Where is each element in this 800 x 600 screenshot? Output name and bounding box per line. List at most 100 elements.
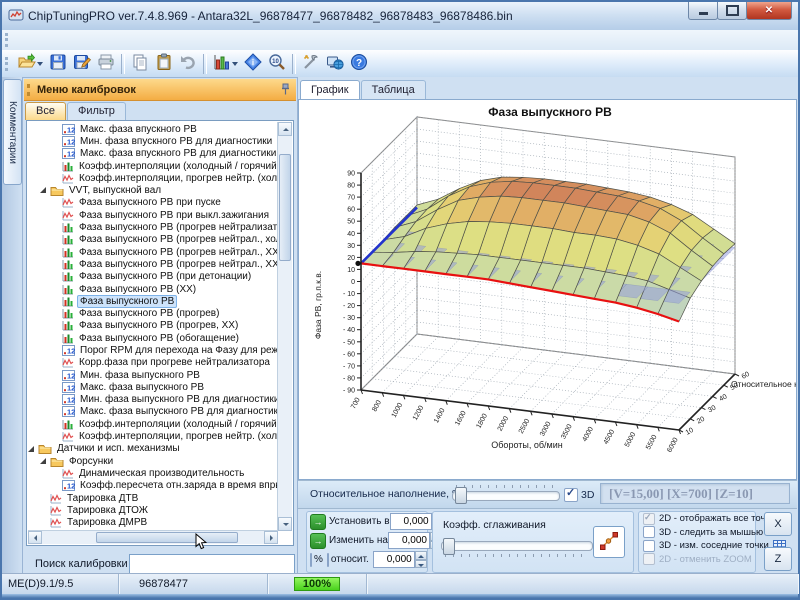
dropdown-arrow-icon[interactable] — [232, 62, 238, 66]
option-row[interactable]: 3D - изм. соседние точки — [639, 539, 755, 553]
tree-item[interactable]: 12 Макс. фаза впускного РВ — [28, 123, 278, 135]
open-file-button[interactable] — [15, 52, 46, 75]
tree-item[interactable]: Коэфф.интерполяции, прогрев нейтр. (холо… — [28, 172, 278, 184]
calibration-search-input[interactable] — [129, 554, 295, 575]
slider-track[interactable] — [441, 541, 593, 551]
tree-item[interactable]: Фаза выпускного РВ (обогащение) — [28, 332, 278, 344]
save-as-button[interactable] — [70, 52, 94, 75]
menu-item[interactable] — [15, 37, 29, 43]
tree-item[interactable]: 12 Мин. фаза выпускного РВ — [28, 369, 278, 381]
menu-item[interactable] — [57, 37, 71, 43]
tree-horizontal-scrollbar[interactable] — [28, 530, 278, 544]
chart-view-button[interactable] — [210, 52, 241, 75]
pin-icon[interactable] — [280, 83, 291, 98]
tree-item[interactable]: Фаза выпускного РВ (прогрев) — [28, 307, 278, 319]
tree-item[interactable]: Фаза выпускного РВ (прогрев, XX) — [28, 320, 278, 332]
option-row[interactable]: 3D - следить за мышью — [639, 526, 755, 540]
tree-folder[interactable]: Форсунки — [28, 455, 278, 467]
tree-item[interactable]: Коэфф.интерполяции, прогрев нейтр. (холо… — [28, 430, 278, 442]
tree-item[interactable]: Тарировка ДТВ — [28, 492, 278, 504]
set-value-input[interactable] — [390, 513, 432, 530]
tree-item[interactable]: Фаза выпускного РВ (XX) — [28, 283, 278, 295]
z-axis-button[interactable]: Z — [764, 547, 792, 571]
save-button[interactable] — [46, 52, 70, 75]
apply-set-button[interactable]: → — [310, 514, 326, 530]
option-row[interactable]: 2D - отменить ZOOM — [639, 553, 755, 567]
copy-button[interactable] — [128, 52, 152, 75]
scroll-up-icon[interactable] — [278, 122, 292, 136]
calibration-panel-header[interactable]: Меню калибровок — [24, 79, 296, 101]
option-checkbox[interactable] — [643, 513, 655, 525]
scroll-left-icon[interactable] — [28, 531, 42, 544]
tree-item[interactable]: 12 Макс. фаза выпускного РВ — [28, 381, 278, 393]
tree-item[interactable]: Фаза выпускного РВ при пуске — [28, 197, 278, 209]
tree-item[interactable]: Тарировка ДТОЖ — [28, 504, 278, 516]
tree-item[interactable]: Фаза выпускного РВ (при детонации) — [28, 271, 278, 283]
paste-button[interactable] — [152, 52, 176, 75]
apply-change-button[interactable]: → — [310, 533, 326, 549]
menu-item[interactable] — [99, 37, 113, 43]
tab-graph[interactable]: График — [300, 80, 360, 99]
3d-view-checkbox[interactable] — [564, 488, 578, 502]
slider-thumb[interactable] — [443, 538, 455, 555]
slider-track[interactable] — [452, 491, 560, 501]
close-button[interactable]: ✕ — [746, 2, 792, 20]
tree-item[interactable]: Коэфф.интерполяции (холодный / горячий ) — [28, 418, 278, 430]
tree-item[interactable]: Фаза выпускного РВ (прогрев нейтрал., хо… — [28, 234, 278, 246]
smoothing-slider[interactable] — [441, 538, 593, 557]
tree-item[interactable]: Корр.фаза при прогреве нейтрализатора — [28, 357, 278, 369]
scroll-right-icon[interactable] — [264, 531, 278, 544]
expand-arrow-icon[interactable] — [28, 446, 34, 452]
x-axis-button[interactable]: X — [764, 512, 792, 536]
menu-item[interactable] — [29, 37, 43, 43]
tree-item[interactable]: Фаза выпускного РВ (прогрев нейтрал., XX… — [28, 258, 278, 270]
network-button[interactable] — [323, 52, 347, 75]
tree-vertical-scrollbar[interactable] — [277, 122, 292, 531]
zoom-10x-button[interactable]: 10 — [265, 52, 289, 75]
vertical-scroll-thumb[interactable] — [279, 154, 291, 261]
relative-value-spinner[interactable] — [415, 551, 427, 568]
tab-comments[interactable]: Комментарии — [3, 79, 22, 185]
tree-folder[interactable]: Датчики и исп. механизмы — [28, 443, 278, 455]
expand-arrow-icon[interactable] — [40, 187, 46, 193]
menu-item[interactable] — [71, 37, 85, 43]
option-checkbox[interactable] — [643, 540, 655, 552]
tree-item[interactable]: Динамическая производительность — [28, 467, 278, 479]
expand-arrow-icon[interactable] — [40, 458, 46, 464]
option-checkbox[interactable] — [643, 553, 655, 565]
menu-item[interactable] — [43, 37, 57, 43]
tree-item[interactable]: Фаза выпускного РВ (прогрев нейтрализато… — [28, 221, 278, 233]
tree-item[interactable]: Фаза выпускного РВ — [28, 295, 278, 307]
relative-checkbox[interactable] — [327, 553, 329, 567]
tree-item[interactable]: 12 Мин. фаза выпускного РВ для диагности… — [28, 394, 278, 406]
surface-chart[interactable]: - 90- 80- 70- 60- 50- 40- 30- 20- 100102… — [299, 100, 796, 479]
tab-фильтр[interactable]: Фильтр — [67, 102, 126, 120]
tree-folder[interactable]: VVT, выпускной вал — [28, 184, 278, 196]
tree-item[interactable]: 12 Макс. фаза впускного РВ для диагности… — [28, 148, 278, 160]
tree-item[interactable]: 12 Коэфф.пересчета отн.заряда в время вп… — [28, 480, 278, 492]
info-button[interactable]: i — [241, 52, 265, 75]
print-button[interactable] — [94, 52, 118, 75]
maximize-button[interactable] — [717, 2, 747, 20]
menu-item[interactable] — [85, 37, 99, 43]
option-checkbox[interactable] — [643, 526, 655, 538]
tree-item[interactable]: Тарировка ДМРВ — [28, 517, 278, 529]
fill-slider[interactable] — [452, 485, 560, 504]
dropdown-arrow-icon[interactable] — [37, 62, 43, 66]
scroll-down-icon[interactable] — [278, 517, 292, 531]
horizontal-scroll-thumb[interactable] — [96, 532, 238, 543]
option-row[interactable]: 2D - отображать все точки — [639, 512, 755, 526]
tree-item[interactable]: 12 Порог RPM для перехода на Фазу для ре… — [28, 344, 278, 356]
title-bar[interactable]: ChipTuningPRO ver.7.4.8.969 - Antara32L_… — [2, 2, 798, 31]
tab-table[interactable]: Таблица — [361, 80, 426, 99]
tab-все[interactable]: Все — [25, 102, 66, 120]
relative-value-input[interactable] — [373, 551, 415, 568]
change-value-input[interactable] — [388, 532, 430, 549]
tree-item[interactable]: Коэфф.интерполяции (холодный / горячий ) — [28, 160, 278, 172]
undo-button[interactable] — [176, 52, 200, 75]
help-button[interactable]: ? — [347, 52, 371, 75]
tree-item[interactable]: Фаза выпускного РВ при выкл.зажигания — [28, 209, 278, 221]
tools-button[interactable] — [299, 52, 323, 75]
tree-item[interactable]: 12 Макс. фаза выпускного РВ для диагност… — [28, 406, 278, 418]
minimize-button[interactable] — [688, 2, 718, 20]
